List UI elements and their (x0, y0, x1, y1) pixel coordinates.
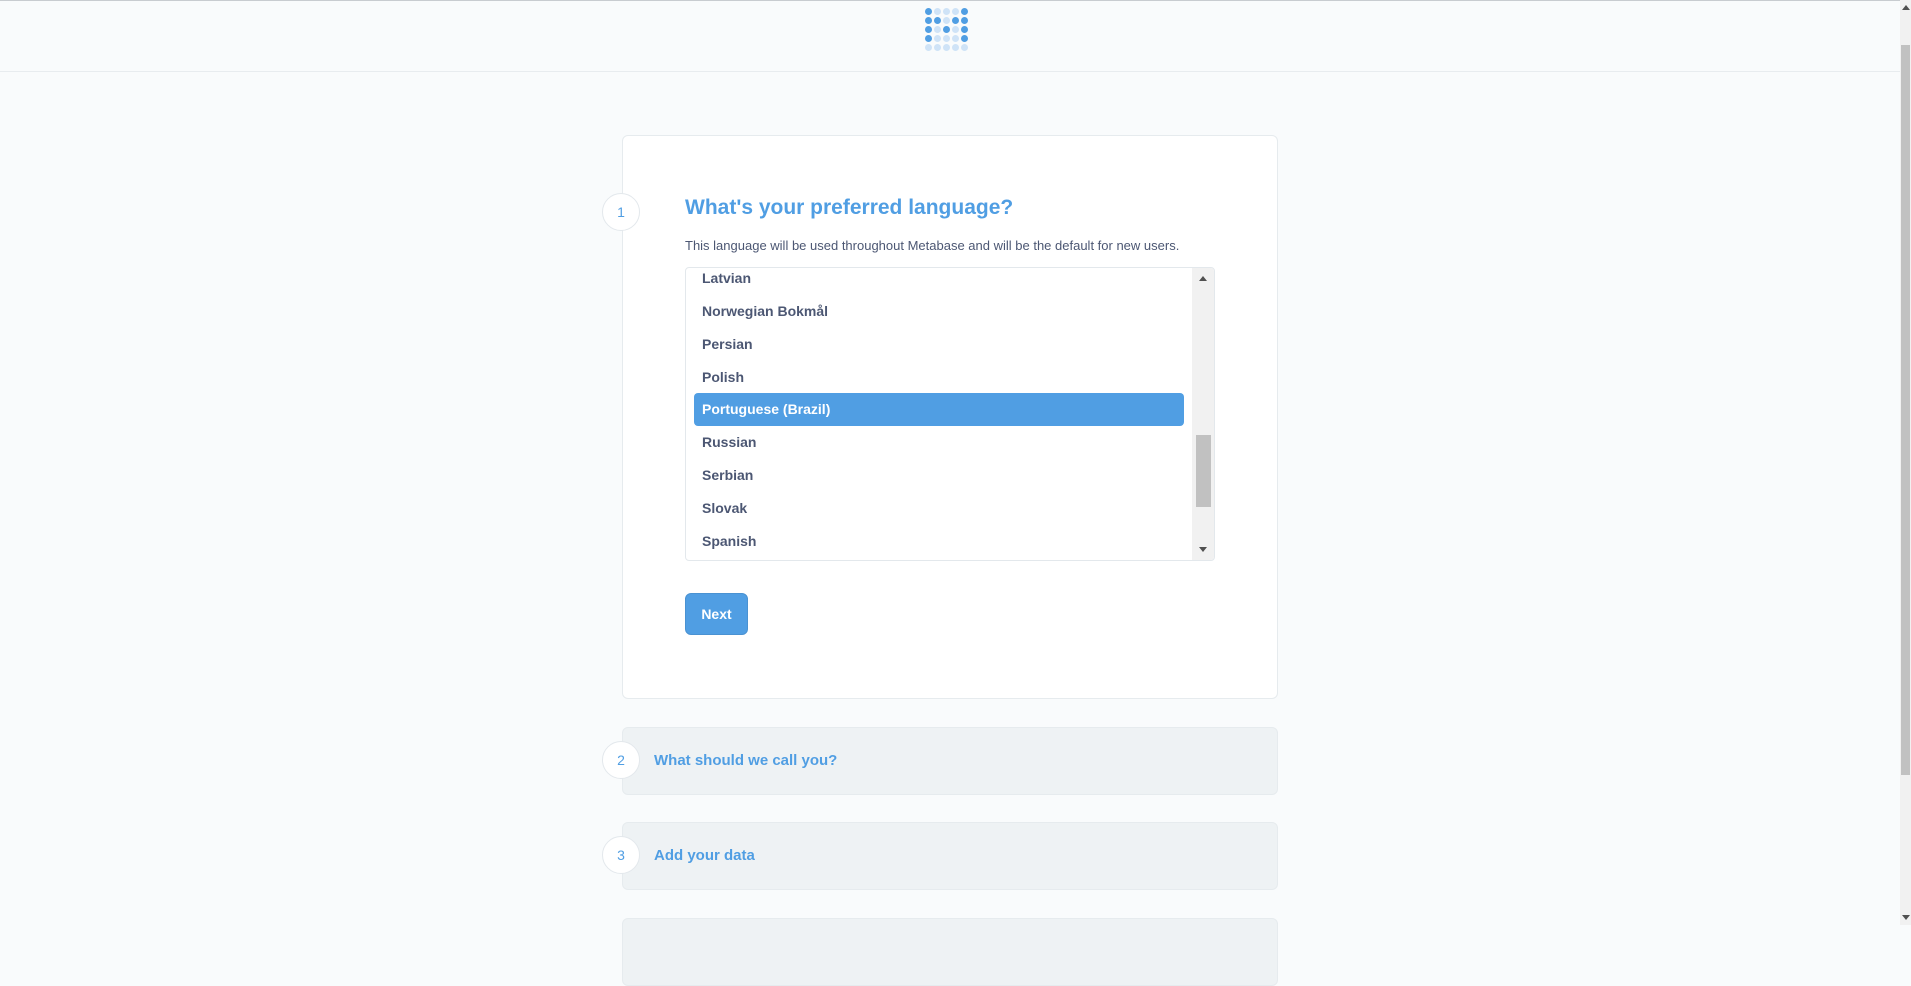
step-number-3: 3 (602, 836, 640, 874)
logo-dot (952, 17, 959, 24)
language-question-title: What's your preferred language? (685, 196, 1014, 219)
metabase-logo-icon[interactable] (925, 8, 975, 58)
logo-dot (943, 17, 950, 24)
scroll-down-arrow-icon[interactable] (1199, 547, 1207, 552)
language-option[interactable]: Polish (694, 361, 1184, 394)
logo-dot (925, 17, 932, 24)
language-option[interactable]: Spanish (694, 525, 1184, 558)
language-option[interactable]: Serbian (694, 459, 1184, 492)
logo-dot (934, 26, 941, 33)
logo-dot (934, 44, 941, 51)
page-scrollbar-thumb[interactable] (1901, 45, 1910, 775)
logo-dot (925, 26, 932, 33)
language-option[interactable]: Slovak (694, 492, 1184, 525)
logo-dot (961, 44, 968, 51)
logo-dot (952, 35, 959, 42)
language-list-scrollbar[interactable] (1192, 268, 1214, 560)
language-option[interactable]: Latvian (694, 268, 1184, 295)
data-step-title[interactable]: Add your data (654, 847, 755, 864)
scroll-up-arrow-icon[interactable] (1199, 276, 1207, 281)
page-scroll-up-icon[interactable] (1902, 5, 1910, 10)
scrollbar-thumb[interactable] (1196, 435, 1211, 507)
logo-dot (925, 8, 932, 15)
logo-dot (961, 8, 968, 15)
logo-dot (952, 44, 959, 51)
language-list[interactable]: Latvian Norwegian Bokmål Persian Polish … (685, 267, 1215, 561)
language-option[interactable]: Persian (694, 328, 1184, 361)
logo-dot (934, 8, 941, 15)
logo-dot (925, 44, 932, 51)
logo-dot (961, 17, 968, 24)
page-scroll-down-icon[interactable] (1902, 915, 1910, 920)
logo-dot (925, 35, 932, 42)
language-question-description: This language will be used throughout Me… (685, 238, 1180, 253)
logo-dot (961, 26, 968, 33)
logo-dot (943, 26, 950, 33)
page-scrollbar[interactable] (1900, 0, 1911, 925)
logo-dot (934, 35, 941, 42)
header-bar (0, 4, 1900, 72)
next-step-card-partial (622, 918, 1278, 986)
step-number-1: 1 (602, 193, 640, 231)
language-option[interactable]: Norwegian Bokmål (694, 295, 1184, 328)
name-step-title[interactable]: What should we call you? (654, 752, 837, 769)
language-option[interactable]: Russian (694, 426, 1184, 459)
logo-dot (952, 8, 959, 15)
logo-dot (943, 8, 950, 15)
logo-dot (952, 26, 959, 33)
next-button[interactable]: Next (685, 593, 748, 635)
logo-dot (934, 17, 941, 24)
language-option-selected[interactable]: Portuguese (Brazil) (694, 393, 1184, 426)
logo-dot (943, 44, 950, 51)
logo-dot (943, 35, 950, 42)
step-number-2: 2 (602, 741, 640, 779)
logo-dot (961, 35, 968, 42)
